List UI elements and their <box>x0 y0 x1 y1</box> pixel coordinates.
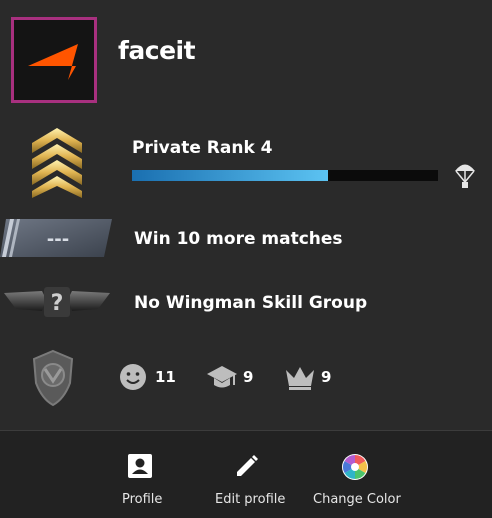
wingman-unranked-icon: ? <box>4 285 110 323</box>
change-color-button-label: Change Color <box>313 492 401 507</box>
parachute-icon[interactable] <box>453 160 477 194</box>
friendly-count: 11 <box>155 368 176 386</box>
rank-label: Private Rank 4 <box>132 138 273 158</box>
xp-progress-bar <box>132 170 438 181</box>
pencil-icon <box>234 453 260 483</box>
edit-profile-button[interactable]: Edit profile <box>205 431 295 518</box>
teacher-count: 9 <box>243 368 254 386</box>
profile-card-icon <box>127 453 153 483</box>
xp-progress-fill <box>132 170 328 181</box>
leader-count: 9 <box>321 368 332 386</box>
edit-profile-button-label: Edit profile <box>215 492 286 507</box>
bottom-action-bar: Profile Edit profile Change Color <box>0 431 492 518</box>
smiley-icon[interactable] <box>119 363 147 395</box>
avatar[interactable] <box>11 17 97 103</box>
profile-button-label: Profile <box>122 492 163 507</box>
chevron-rank-icon <box>32 128 82 202</box>
username: faceit <box>118 36 196 65</box>
profile-button[interactable]: Profile <box>100 431 180 518</box>
service-medal-icon[interactable] <box>30 349 76 411</box>
crown-icon[interactable] <box>285 363 315 395</box>
graduation-cap-icon[interactable] <box>207 363 237 395</box>
faceit-logo-icon <box>28 44 78 80</box>
competitive-status-label: Win 10 more matches <box>134 229 343 249</box>
skill-group-unranked-icon: --- <box>0 215 112 265</box>
color-wheel-icon <box>341 453 369 485</box>
change-color-button[interactable]: Change Color <box>305 431 405 518</box>
wingman-status-label: No Wingman Skill Group <box>134 293 368 313</box>
skill-group-placeholder: --- <box>47 229 69 250</box>
svg-text:?: ? <box>51 291 64 316</box>
